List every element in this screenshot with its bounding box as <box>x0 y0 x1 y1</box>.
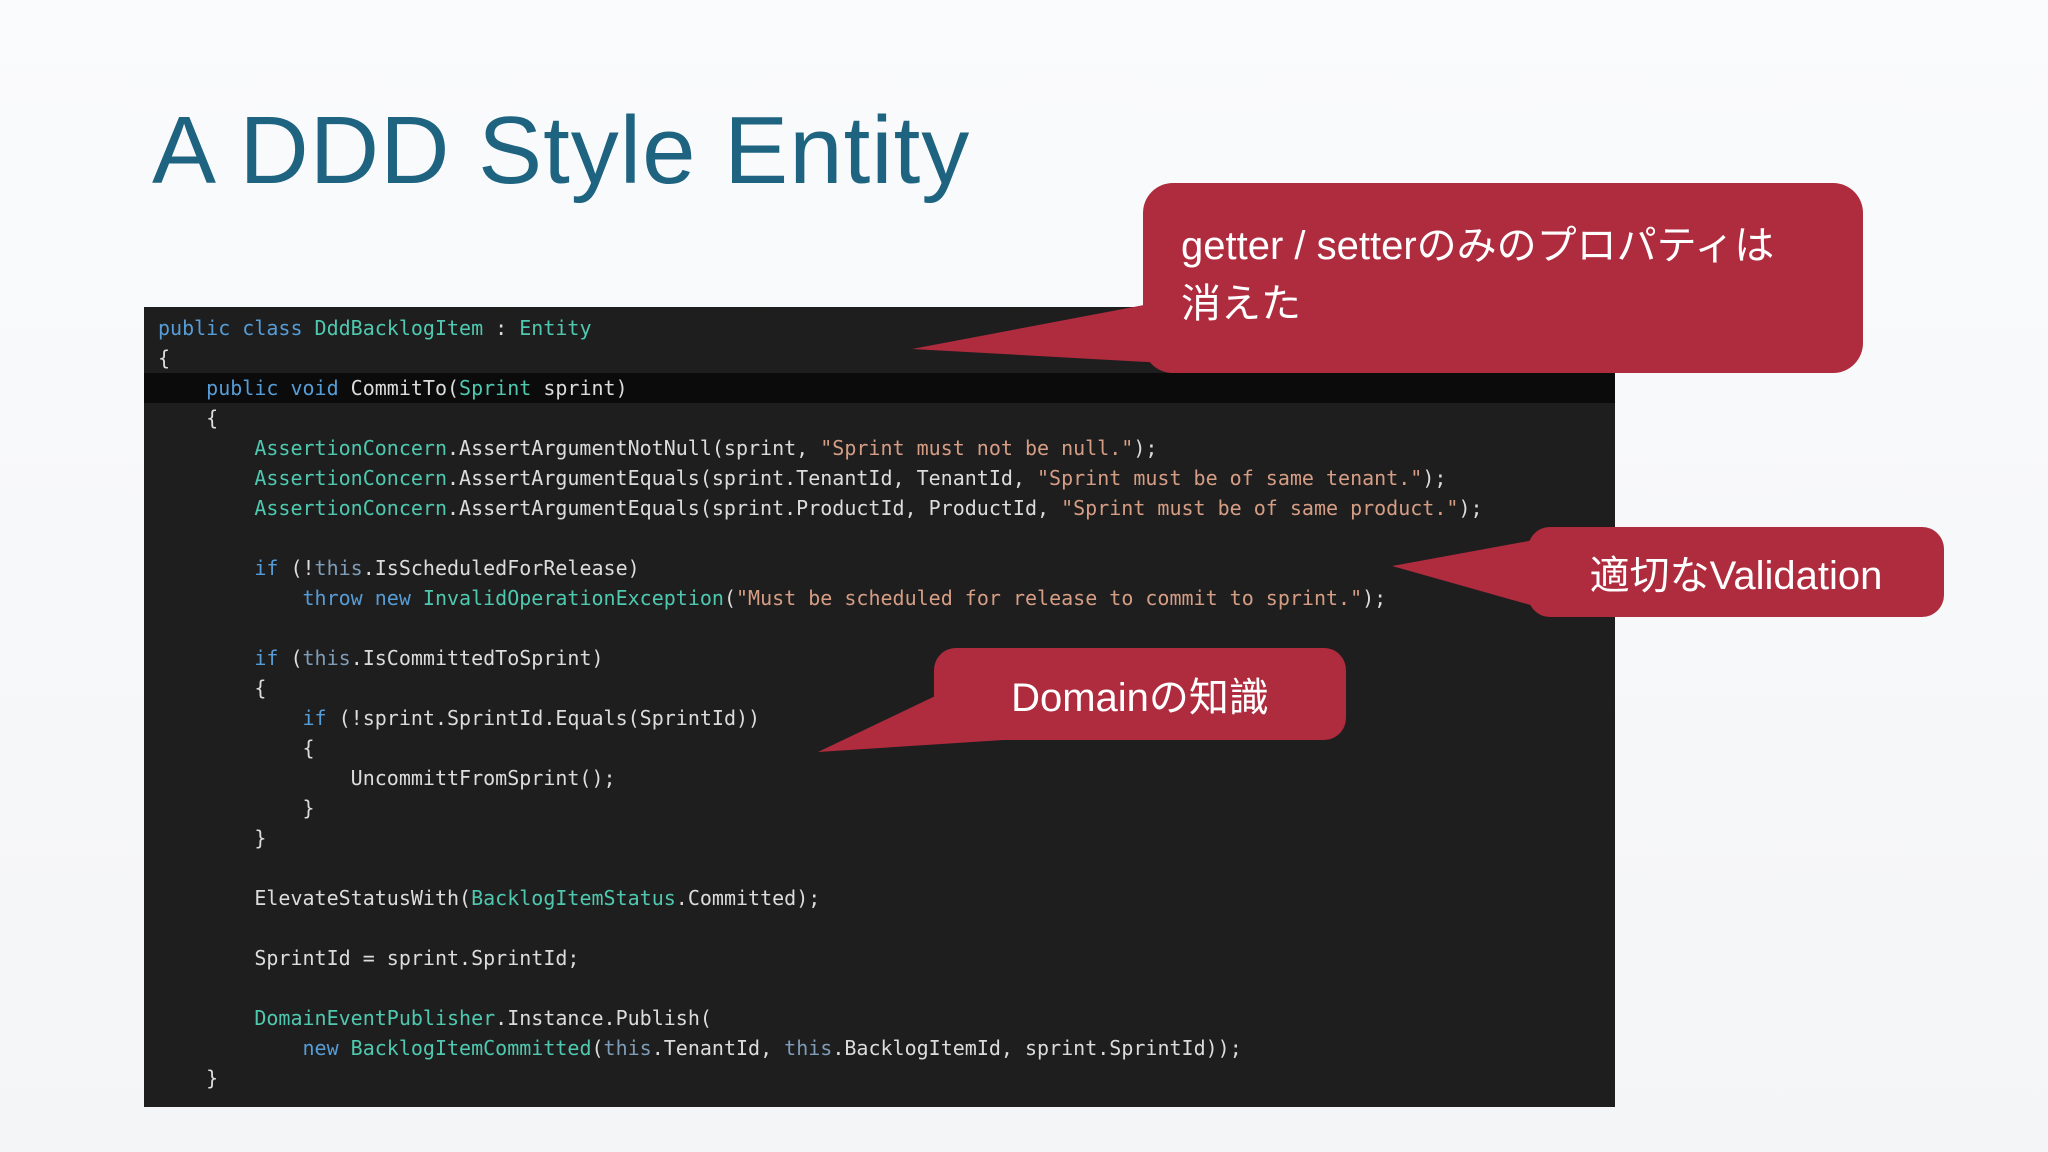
code-line: AssertionConcern.AssertArgumentEquals(sp… <box>254 496 1483 520</box>
callout-domain: Domainの知識 <box>934 648 1346 740</box>
code-line: SprintId = sprint.SprintId; <box>158 946 580 970</box>
code-line: if (!sprint.SprintId.Equals(SprintId)) <box>302 706 761 730</box>
code-line: DomainEventPublisher.Instance.Publish( <box>254 1006 712 1030</box>
code-line: } <box>158 826 267 850</box>
callout-domain-text: Domainの知識 <box>1011 676 1269 720</box>
code-line: if (!this.IsScheduledForRelease) <box>254 556 640 580</box>
code-line: } <box>158 796 315 820</box>
callout-validation-text: 適切なValidation <box>1589 554 1883 598</box>
slide-title: A DDD Style Entity <box>152 97 971 204</box>
callout-getter-setter-line1: getter / setterのみのプロパティは <box>1181 224 1775 268</box>
code-line: { <box>158 406 219 430</box>
slide: A DDD Style Entity public class DddBackl… <box>0 0 2048 1152</box>
code-block: public class DddBacklogItem : Entity{ pu… <box>144 307 1615 1107</box>
code-line: } <box>158 1066 219 1090</box>
code-line: throw new InvalidOperationException("Mus… <box>302 586 1387 610</box>
code-line: { <box>158 676 267 700</box>
code-line: { <box>158 736 315 760</box>
callout-getter-setter: getter / setterのみのプロパティは 消えた <box>1143 183 1863 373</box>
code-line: public void CommitTo(Sprint sprint) <box>144 373 1615 403</box>
code-line: UncommittFromSprint(); <box>158 766 616 790</box>
code-line: if (this.IsCommittedToSprint) <box>254 646 604 670</box>
code-line: AssertionConcern.AssertArgumentNotNull(s… <box>254 436 1158 460</box>
code-line: new BacklogItemCommitted(this.TenantId, … <box>302 1036 1242 1060</box>
callout-getter-setter-line2: 消えた <box>1181 282 1301 326</box>
code-line: ElevateStatusWith(BacklogItemStatus.Comm… <box>158 886 821 910</box>
code-line: AssertionConcern.AssertArgumentEquals(sp… <box>254 466 1447 490</box>
callout-validation: 適切なValidation <box>1528 527 1944 617</box>
